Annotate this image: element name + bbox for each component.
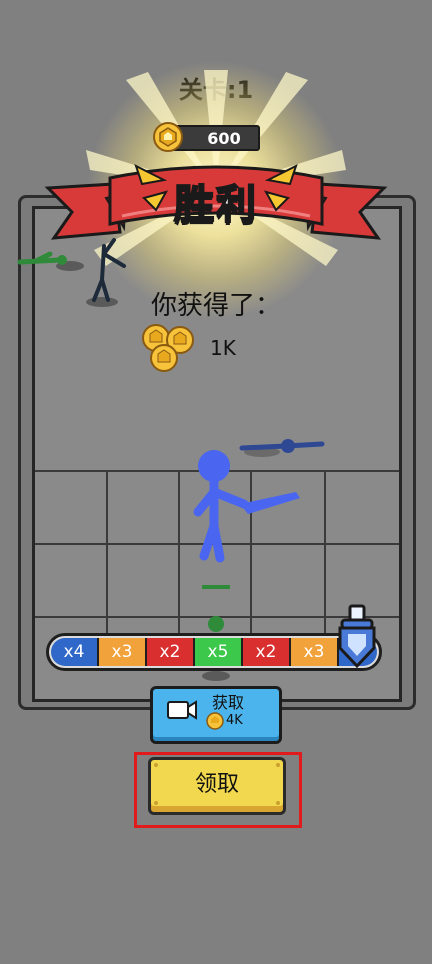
victory-title: 胜利 (173, 181, 258, 229)
multiplier-segment-x3: x3 (97, 638, 145, 666)
grid-line (106, 470, 108, 640)
grid-line (178, 470, 180, 640)
multiplier-segment-x2: x2 (145, 638, 193, 666)
coin-icon (206, 712, 224, 730)
multiplier-segment-x2: x2 (241, 638, 289, 666)
fallen-green-stickman (17, 251, 84, 271)
coin-icon (153, 122, 183, 152)
player-stickman (193, 450, 300, 563)
claim-label: 领取 (194, 772, 239, 797)
coin-pile-icon (142, 324, 194, 372)
reward-amount: 1K (210, 336, 236, 360)
multiplier-segment-x5: x5 (193, 638, 241, 666)
watch-video-amount: 4K (226, 713, 243, 728)
grid-line (324, 470, 326, 640)
multiplier-segment-x3: x3 (289, 638, 337, 666)
multiplier-pointer-icon (338, 604, 376, 669)
health-bar (202, 585, 230, 589)
reward-label: 你获得了： (150, 291, 281, 321)
video-camera-icon (167, 700, 197, 720)
multiplier-segment-x4: x4 (51, 638, 97, 666)
coin-count: 600 (207, 129, 241, 148)
watch-video-label: 获取 (212, 693, 245, 712)
